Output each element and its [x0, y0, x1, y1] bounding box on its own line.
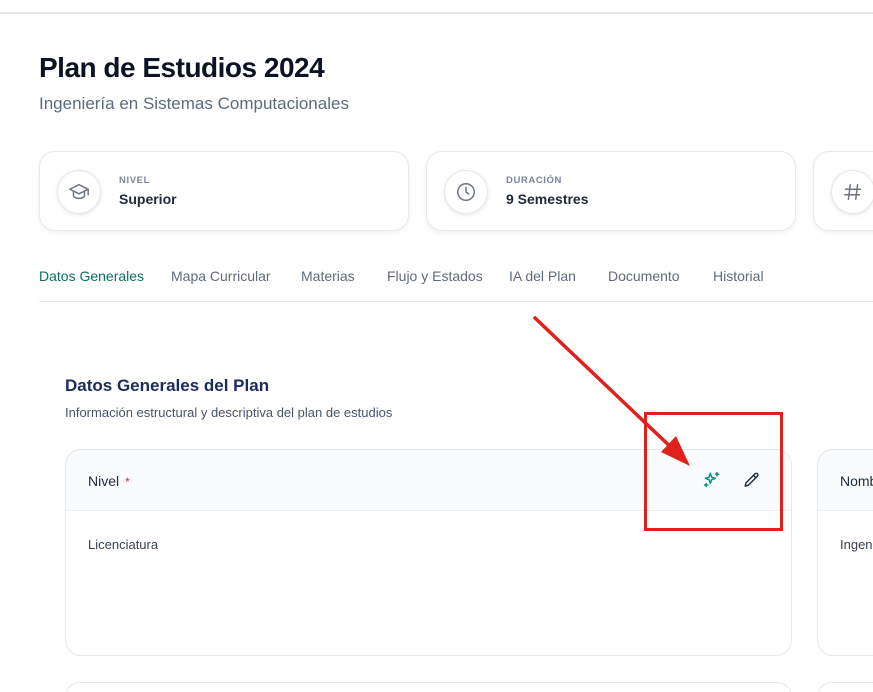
stat-label: DURACIÓN [506, 175, 562, 186]
section-description: Información estructural y descriptiva de… [65, 405, 393, 420]
field-label: Nivel * [88, 473, 130, 489]
section-title: Datos Generales del Plan [65, 376, 270, 395]
tab-documento[interactable]: Documento [608, 268, 680, 284]
tab-historial[interactable]: Historial [713, 268, 764, 284]
top-bar [0, 0, 873, 14]
tab-datos-generales[interactable]: Datos Generales [39, 268, 144, 284]
graduation-cap-icon [57, 170, 101, 214]
tab-mapa-curricular[interactable]: Mapa Curricular [171, 268, 271, 284]
field-card-nombre: Nomb Ingen [817, 449, 873, 656]
tab-flujo-estados[interactable]: Flujo y Estados [387, 268, 483, 284]
tab-materias[interactable]: Materias [301, 268, 355, 284]
stat-card-codigo [813, 151, 873, 231]
page-title: Plan de Estudios 2024 [39, 52, 325, 83]
clock-icon [444, 170, 488, 214]
tab-ia-del-plan[interactable]: IA del Plan [509, 268, 576, 284]
tab-bar: Datos Generales Mapa Curricular Materias… [39, 268, 873, 302]
stat-value: Superior [119, 191, 177, 207]
required-mark: * [125, 475, 130, 489]
field-card-partial [817, 682, 873, 692]
stat-value: 9 Semestres [506, 191, 589, 207]
hash-icon [831, 170, 873, 214]
field-label: Nomb [840, 473, 873, 489]
annotation-highlight-box [644, 412, 783, 531]
stat-card-nivel: NIVEL Superior [39, 151, 409, 231]
stat-label: NIVEL [119, 175, 150, 186]
page-subtitle: Ingeniería en Sistemas Computacionales [39, 94, 349, 113]
field-header: Nomb [818, 450, 873, 511]
field-value: Ingen [840, 537, 873, 552]
field-value: Licenciatura [88, 537, 159, 552]
stat-card-duracion: DURACIÓN 9 Semestres [426, 151, 796, 231]
field-card-partial [65, 682, 792, 692]
